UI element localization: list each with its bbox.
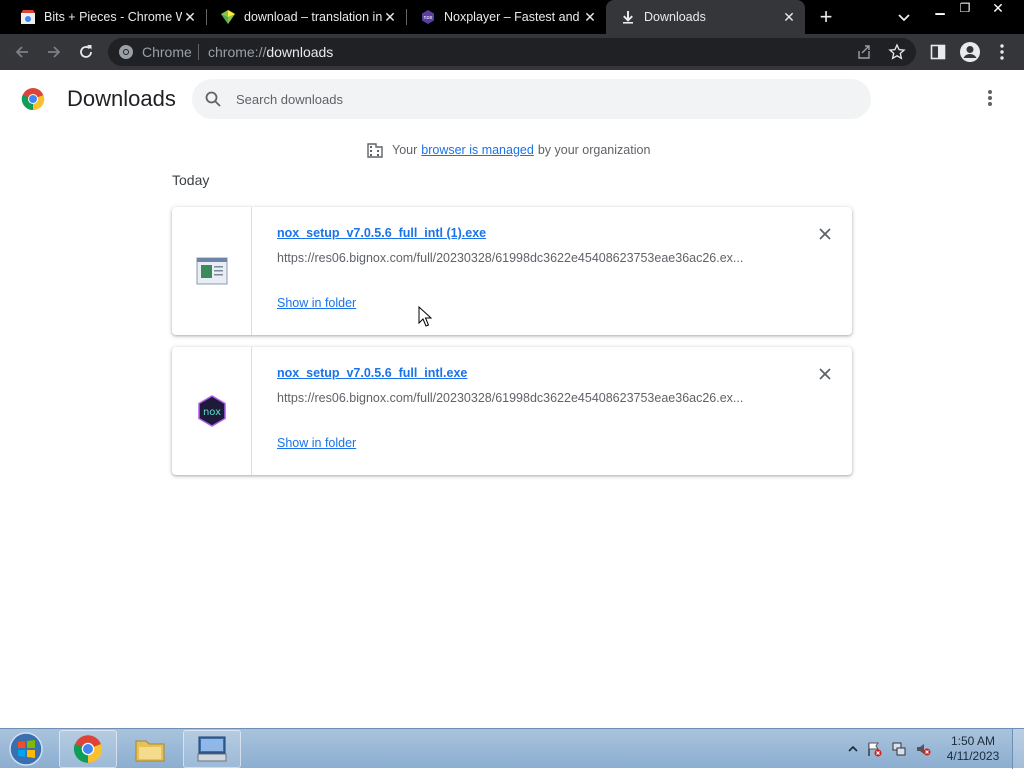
chrome-site-icon xyxy=(119,45,133,59)
tab-downloads[interactable]: Downloads ✕ xyxy=(606,0,805,34)
back-arrow-icon xyxy=(15,46,28,58)
section-date: Today xyxy=(172,172,210,188)
taskbar-app[interactable] xyxy=(183,730,241,768)
share-icon[interactable] xyxy=(856,44,872,60)
side-panel-button[interactable] xyxy=(926,40,950,64)
tab-bits-pieces[interactable]: Bits + Pieces - Chrome Web Store ✕ xyxy=(6,0,206,34)
search-box[interactable] xyxy=(192,79,871,119)
system-clock[interactable]: 1:50 AM 4/11/2023 xyxy=(940,734,1006,764)
tab-title: Bits + Pieces - Chrome Web Store xyxy=(44,10,182,24)
download-filename-link[interactable]: nox_setup_v7.0.5.6_full_intl.exe xyxy=(277,366,467,380)
page-title: Downloads xyxy=(67,86,176,111)
window-close-button[interactable]: ✕ xyxy=(984,0,1012,16)
omnibox-separator xyxy=(198,44,199,60)
managed-prefix: Your xyxy=(392,143,418,157)
reload-button[interactable] xyxy=(74,40,98,64)
avatar-icon xyxy=(960,42,980,62)
download-filename-link[interactable]: nox_setup_v7.0.5.6_full_intl (1).exe xyxy=(277,226,486,240)
tab-title: download – translation in xyxy=(244,10,382,24)
omnibox-url[interactable]: chrome://downloads xyxy=(208,44,333,60)
taskbar-chrome[interactable] xyxy=(59,730,117,768)
more-actions-icon[interactable] xyxy=(980,88,1000,108)
show-in-folder-link[interactable]: Show in folder xyxy=(277,296,356,310)
download-item: nox_setup_v7.0.5.6_full_intl (1).exe htt… xyxy=(172,207,852,335)
browser-toolbar: Chrome chrome://downloads xyxy=(0,34,1024,70)
profile-button[interactable] xyxy=(958,40,982,64)
forward-button[interactable] xyxy=(42,40,66,64)
close-icon[interactable]: ✕ xyxy=(382,9,398,25)
show-hidden-icons-icon[interactable] xyxy=(845,741,861,757)
clock-time: 1:50 AM xyxy=(950,734,996,748)
restore-button[interactable]: ❐ xyxy=(951,0,979,16)
omnibox-chip: Chrome xyxy=(142,44,192,60)
managed-link[interactable]: browser is managed xyxy=(421,143,534,157)
translate-site-icon xyxy=(221,10,235,24)
taskbar-explorer[interactable] xyxy=(121,730,179,768)
omnibox[interactable]: Chrome chrome://downloads xyxy=(108,38,916,66)
close-icon[interactable] xyxy=(816,225,834,243)
clock-date: 4/11/2023 xyxy=(946,749,1000,763)
tab-search-icon[interactable] xyxy=(895,8,913,26)
download-item: nox nox_setup_v7.0.5.6_full_intl.exe htt… xyxy=(172,347,852,475)
close-icon[interactable] xyxy=(816,365,834,383)
svg-text:nox: nox xyxy=(423,15,432,21)
download-icon-column: nox xyxy=(172,347,252,475)
network-icon[interactable] xyxy=(891,741,907,757)
chrome-web-store-icon xyxy=(21,10,35,24)
forward-arrow-icon xyxy=(48,46,61,58)
close-icon[interactable]: ✕ xyxy=(582,9,598,25)
download-icon xyxy=(623,11,633,24)
show-in-folder-link[interactable]: Show in folder xyxy=(277,436,356,450)
tab-noxplayer[interactable]: nox Noxplayer – Fastest and Smoothest ✕ xyxy=(406,0,606,34)
url-path: downloads xyxy=(266,44,334,60)
exe-file-icon xyxy=(196,257,227,285)
close-icon[interactable]: ✕ xyxy=(182,9,198,25)
download-icon-column xyxy=(172,207,252,335)
tab-strip: Bits + Pieces - Chrome Web Store ✕ downl… xyxy=(0,0,1024,34)
downloads-page: Downloads Your browser is managed by you… xyxy=(0,70,1024,728)
svg-text:nox: nox xyxy=(202,407,220,418)
back-button[interactable] xyxy=(10,40,34,64)
reload-icon xyxy=(80,45,92,58)
new-tab-button[interactable]: + xyxy=(815,6,837,28)
chrome-logo-icon xyxy=(21,88,45,111)
minimize-button[interactable]: ▁ xyxy=(926,0,954,16)
search-input[interactable] xyxy=(236,89,836,109)
managed-suffix: by your organization xyxy=(537,143,651,157)
chrome-icon xyxy=(73,735,103,763)
building-icon xyxy=(367,143,383,158)
download-source-url: https://res06.bignox.com/full/20230328/6… xyxy=(277,251,744,265)
volume-muted-icon[interactable] xyxy=(915,741,931,757)
url-scheme: chrome:// xyxy=(208,44,267,60)
mouse-cursor-icon xyxy=(418,306,432,327)
side-panel-icon xyxy=(930,44,946,60)
keyboard-app-icon xyxy=(197,736,227,762)
show-desktop-button[interactable] xyxy=(1012,729,1024,769)
close-icon[interactable]: ✕ xyxy=(781,9,797,25)
download-source-url: https://res06.bignox.com/full/20230328/6… xyxy=(277,391,744,405)
folder-icon xyxy=(135,740,165,762)
kebab-menu-icon xyxy=(1000,44,1004,60)
nox-icon: nox xyxy=(422,10,434,24)
chrome-menu-button[interactable] xyxy=(990,40,1014,64)
tab-title: Noxplayer – Fastest and Smoothest xyxy=(444,10,582,24)
windows-taskbar: 1:50 AM 4/11/2023 xyxy=(0,728,1024,769)
search-icon xyxy=(205,91,221,107)
action-center-flag-icon[interactable] xyxy=(866,741,882,757)
managed-notice: Your browser is managed by your organiza… xyxy=(366,140,650,160)
nox-app-icon: nox xyxy=(197,395,226,427)
windows-start-icon[interactable] xyxy=(6,731,46,767)
tab-translation[interactable]: download – translation in ✕ xyxy=(206,0,406,34)
tab-title: Downloads xyxy=(644,10,706,24)
bookmark-star-icon[interactable] xyxy=(888,43,906,61)
